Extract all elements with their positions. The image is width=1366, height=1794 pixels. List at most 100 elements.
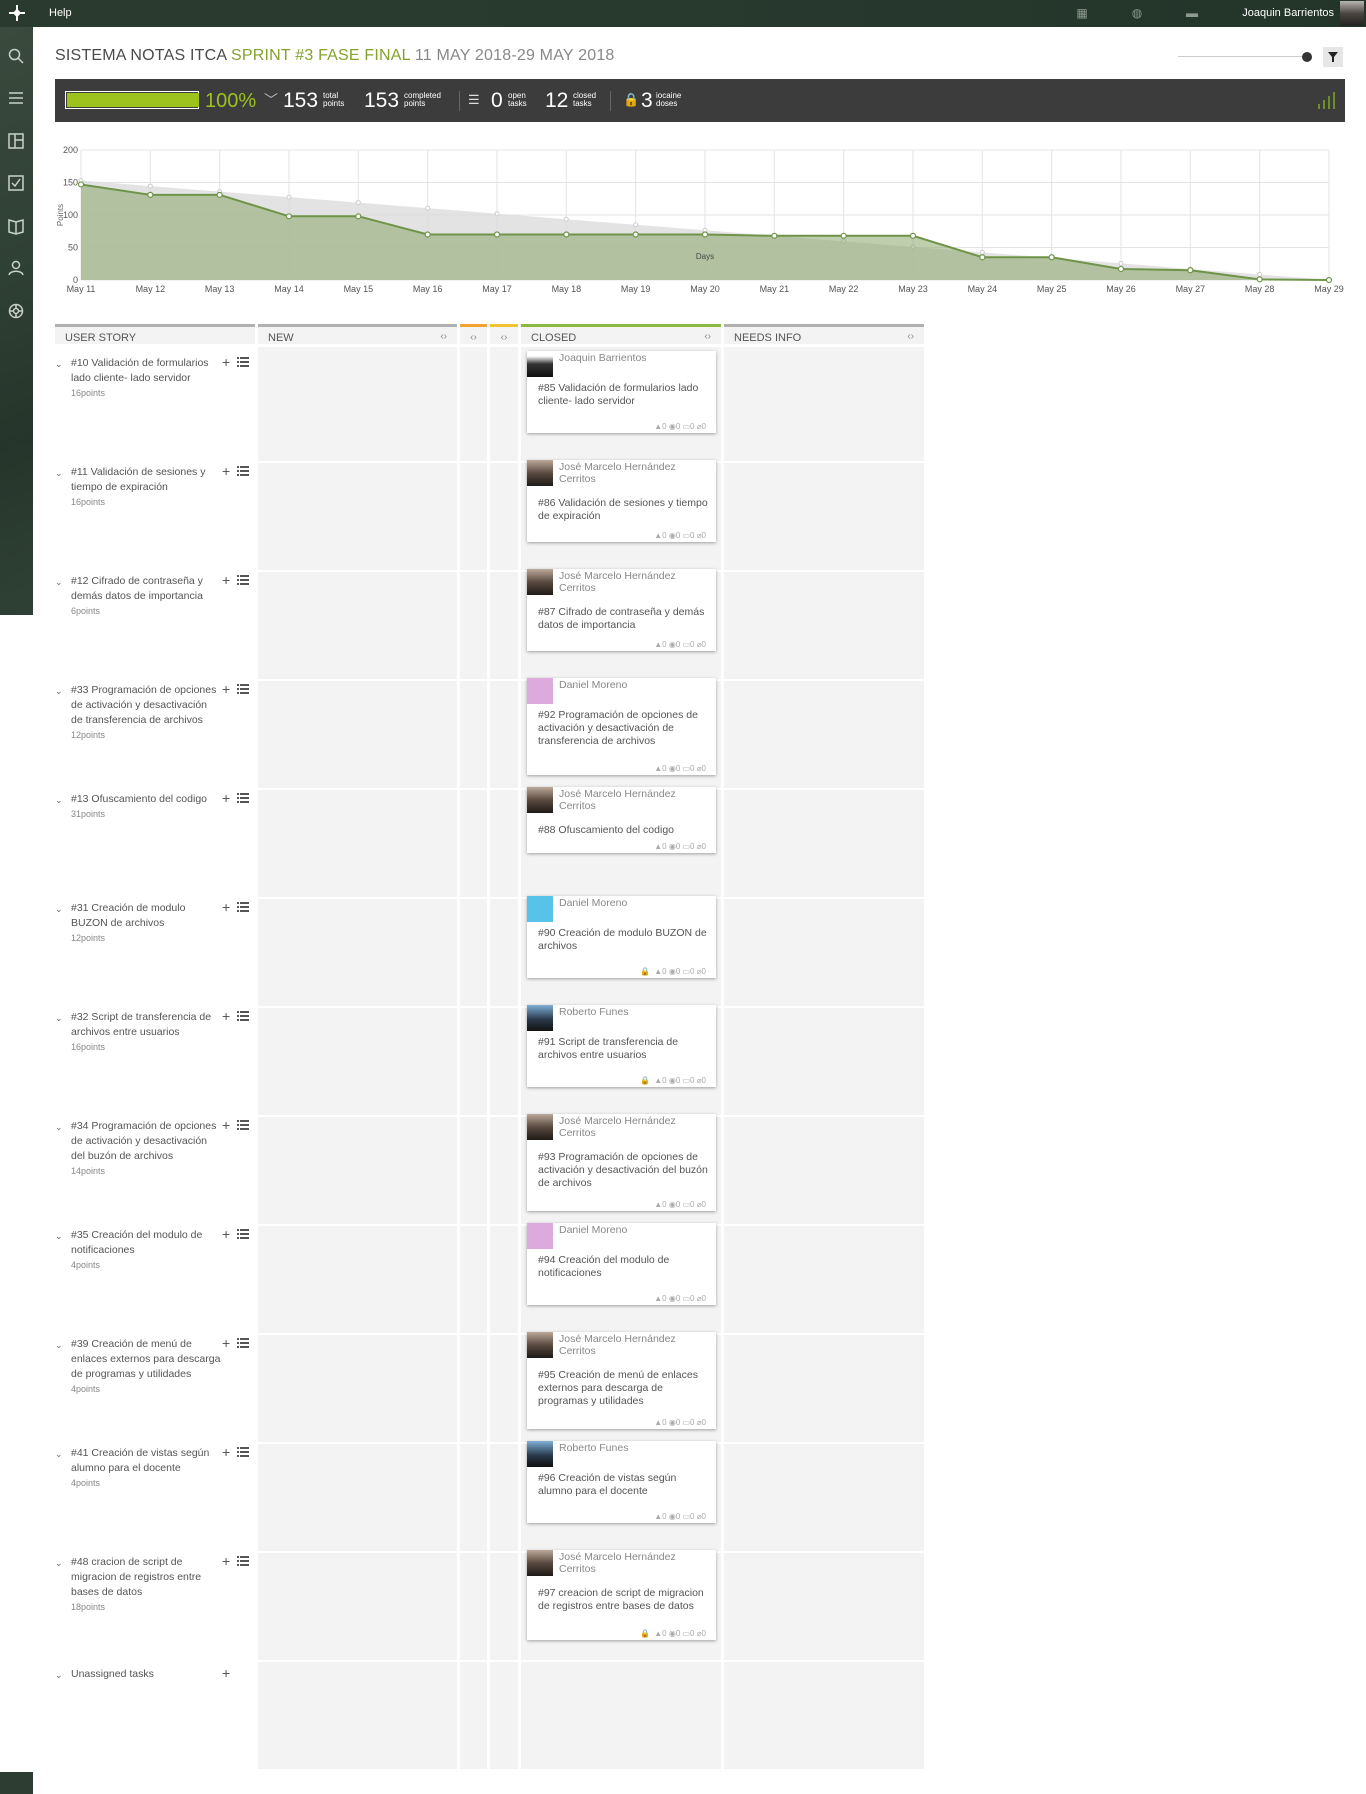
user-story-name[interactable]: #32 Script de transferencia de archivos … [71,1011,211,1038]
collapse-icon[interactable]: ⌄ [55,1231,63,1242]
collapse-icon[interactable]: ⌄ [55,686,63,697]
task-owner[interactable]: José Marcelo Hernández Cerritos [559,1333,709,1357]
owner-avatar[interactable] [527,787,553,813]
bulk-add-icon[interactable] [237,1446,249,1458]
task-owner[interactable]: José Marcelo Hernández Cerritos [559,1551,709,1575]
user-story-title[interactable]: #35 Creación del modulo de notificacione… [71,1228,221,1273]
owner-avatar[interactable] [527,1005,553,1031]
add-task-icon[interactable]: + [222,790,230,806]
task-owner[interactable]: Joaquin Barrientos [559,352,709,364]
chevron-down-icon[interactable]: ﹀ [264,90,278,110]
user-story-name[interactable]: #11 Validación de sesiones y tiempo de e… [71,466,205,493]
add-task-icon[interactable]: + [222,1335,230,1351]
task-title[interactable]: #85 Validación de formularios lado clien… [538,382,708,408]
task-title[interactable]: #97 creacion de script de migracion de r… [538,1587,708,1613]
add-task-icon[interactable]: + [222,1008,230,1024]
add-task-icon[interactable]: + [222,354,230,370]
add-task-icon[interactable]: + [222,463,230,479]
task-title[interactable]: #90 Creación de modulo BUZON de archivos [538,927,708,953]
bulk-add-icon[interactable] [237,465,249,477]
owner-avatar[interactable] [527,1114,553,1140]
user-story-title[interactable]: #31 Creación de modulo BUZON de archivos… [71,901,221,946]
task-owner[interactable]: Roberto Funes [559,1442,709,1454]
task-owner[interactable]: José Marcelo Hernández Cerritos [559,788,709,812]
user-story-name[interactable]: #35 Creación del modulo de notificacione… [71,1229,202,1256]
user-story-title[interactable]: #33 Programación de opciones de activaci… [71,683,221,743]
bulk-add-icon[interactable] [237,1555,249,1567]
owner-avatar[interactable] [527,351,553,377]
collapse-icon[interactable]: ⌄ [55,904,63,915]
collapse-icon[interactable]: ⌄ [55,795,63,806]
user-name[interactable]: Joaquin Barrientos [1242,7,1334,19]
issues-icon[interactable] [7,174,25,192]
user-story-title[interactable]: #48 cracion de script de migracion de re… [71,1555,221,1615]
fold-column-icon[interactable]: ‹› [470,332,477,343]
add-task-icon[interactable]: + [222,572,230,588]
task-card[interactable]: José Marcelo Hernández Cerritos #87 Cifra… [527,569,716,651]
task-title[interactable]: #91 Script de transferencia de archivos … [538,1036,708,1062]
task-title[interactable]: #92 Programación de opciones de activaci… [538,709,708,748]
menu-icon[interactable] [7,89,25,107]
user-story-name[interactable]: #12 Cifrado de contraseña y demás datos … [71,575,203,602]
zoom-slider[interactable] [1178,56,1308,57]
user-story-name[interactable]: #10 Validación de formularios lado clien… [71,357,209,384]
user-story-title[interactable]: #12 Cifrado de contraseña y demás datos … [71,574,221,619]
task-card[interactable]: Daniel Moreno #92 Programación de opcione… [527,678,716,775]
fold-column-icon[interactable]: ‹› [704,331,711,342]
collapse-icon[interactable]: ⌄ [55,1670,63,1681]
user-story-title[interactable]: #41 Creación de vistas según alumno para… [71,1446,221,1491]
collapse-icon[interactable]: ⌄ [55,1122,63,1133]
task-card[interactable]: Roberto Funes #96 Creación de vistas segú… [527,1441,716,1523]
bulk-add-icon[interactable] [237,1228,249,1240]
bulk-add-icon[interactable] [237,792,249,804]
user-story-title[interactable]: #13 Ofuscamiento del codigo 31points [71,792,221,822]
task-card[interactable]: Roberto Funes #91 Script de transferencia… [527,1005,716,1087]
owner-avatar[interactable] [527,1550,553,1576]
user-story-name[interactable]: #33 Programación de opciones de activaci… [71,684,216,726]
task-title[interactable]: #96 Creación de vistas según alumno para… [538,1472,708,1498]
owner-avatar[interactable] [527,569,553,595]
owner-avatar[interactable] [527,1223,553,1249]
task-title[interactable]: #93 Programación de opciones de activaci… [538,1151,708,1190]
owner-avatar[interactable] [527,1332,553,1358]
zoom-slider-handle[interactable] [1302,52,1312,62]
task-title[interactable]: #88 Ofuscamiento del codigo [538,824,708,837]
task-card[interactable]: José Marcelo Hernández Cerritos #88 Ofusc… [527,787,716,853]
team-icon[interactable] [7,259,25,277]
bulk-add-icon[interactable] [237,356,249,368]
task-owner[interactable]: José Marcelo Hernández Cerritos [559,461,709,485]
user-story-title[interactable]: #39 Creación de menú de enlaces externos… [71,1337,221,1397]
task-card[interactable]: José Marcelo Hernández Cerritos #97 creac… [527,1550,716,1640]
task-card[interactable]: Daniel Moreno #94 Creación del modulo de … [527,1223,716,1305]
user-story-name[interactable]: #31 Creación de modulo BUZON de archivos [71,902,185,929]
task-owner[interactable]: José Marcelo Hernández Cerritos [559,1115,709,1139]
collapse-icon[interactable]: ⌄ [55,468,63,479]
settings-icon[interactable] [7,302,25,320]
bulk-add-icon[interactable] [237,683,249,695]
bulk-add-icon[interactable] [237,1337,249,1349]
apps-grid-icon[interactable]: ▦ [1074,5,1090,21]
task-title[interactable]: #86 Validación de sesiones y tiempo de e… [538,497,708,523]
fold-column-icon[interactable]: ‹› [501,332,508,343]
owner-avatar[interactable] [527,678,553,704]
taiga-logo-icon[interactable] [8,4,26,22]
bulk-add-icon[interactable] [237,901,249,913]
user-story-title[interactable]: #11 Validación de sesiones y tiempo de e… [71,465,221,510]
task-title[interactable]: #94 Creación del modulo de notificacione… [538,1254,708,1280]
task-card[interactable]: José Marcelo Hernández Cerritos #95 Creac… [527,1332,716,1429]
user-story-name[interactable]: #41 Creación de vistas según alumno para… [71,1447,209,1474]
task-owner[interactable]: Daniel Moreno [559,1224,709,1236]
task-card[interactable]: José Marcelo Hernández Cerritos #86 Valid… [527,460,716,542]
owner-avatar[interactable] [527,896,553,922]
bulk-add-icon[interactable] [237,1119,249,1131]
add-task-icon[interactable]: + [222,1444,230,1460]
add-task-icon[interactable]: + [222,1665,230,1681]
task-owner[interactable]: Daniel Moreno [559,679,709,691]
filter-button[interactable] [1323,47,1343,67]
owner-avatar[interactable] [527,460,553,486]
fold-column-icon[interactable]: ‹› [907,331,914,342]
collapse-icon[interactable]: ⌄ [55,1340,63,1351]
user-story-name[interactable]: #39 Creación de menú de enlaces externos… [71,1338,220,1380]
task-card[interactable]: Joaquin Barrientos #85 Validación de form… [527,351,716,433]
collapse-icon[interactable]: ⌄ [55,359,63,370]
